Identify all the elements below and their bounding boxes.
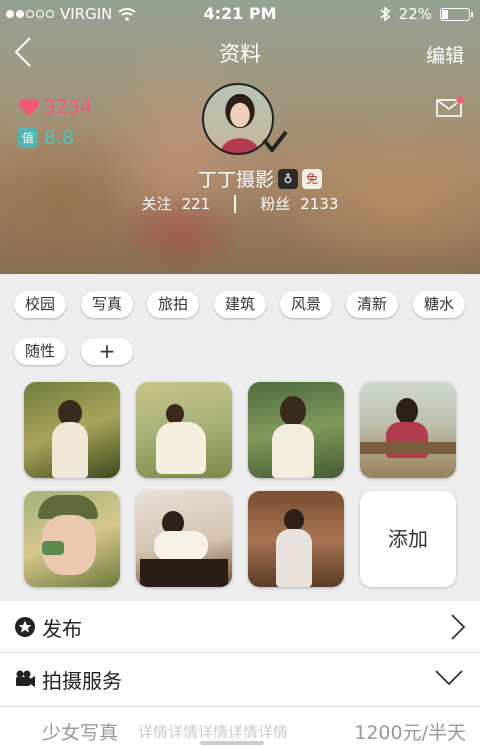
fans-count[interactable]: 2133 xyxy=(300,195,338,213)
photo-thumbnail[interactable] xyxy=(136,382,232,478)
service-price: 1200元/半天 xyxy=(354,722,466,744)
score-count: 值 8.8 xyxy=(18,127,74,149)
video-camera-icon xyxy=(16,670,35,687)
page-title: 资料 xyxy=(219,42,261,66)
service-row[interactable]: 拍摄服务 xyxy=(0,653,480,707)
service-item[interactable]: 少女写真 详情详情详情详情详情 1200元/半天 xyxy=(0,707,480,745)
service-name: 少女写真 xyxy=(42,722,119,744)
free-badge: 免 xyxy=(302,168,322,189)
publish-row[interactable]: 发布 xyxy=(0,601,480,653)
tag-item[interactable]: 旅拍 xyxy=(147,291,199,318)
gender-badge: ♁ xyxy=(278,168,298,189)
tag-item[interactable]: 建筑 xyxy=(214,291,266,318)
fans-label[interactable]: 粉丝 xyxy=(260,193,290,214)
edit-button[interactable]: 编辑 xyxy=(426,41,464,68)
status-bar: VIRGIN 4:21 PM 22% xyxy=(0,0,480,28)
stats-divider xyxy=(234,194,237,213)
tag-item[interactable]: 写真 xyxy=(81,291,133,318)
battery-icon xyxy=(440,7,473,21)
likes-value: 3234 xyxy=(44,96,93,118)
service-label: 拍摄服务 xyxy=(42,669,122,693)
photo-thumbnail[interactable] xyxy=(248,491,344,587)
photo-thumbnail[interactable] xyxy=(24,382,120,478)
tag-item[interactable]: 风景 xyxy=(280,291,332,318)
heart-icon xyxy=(19,98,39,116)
bluetooth-icon xyxy=(380,6,390,22)
tag-item[interactable]: 校园 xyxy=(14,291,66,318)
score-badge: 值 xyxy=(18,128,38,148)
photo-thumbnail[interactable] xyxy=(248,382,344,478)
status-right: 22% xyxy=(379,5,473,23)
photo-thumbnail[interactable] xyxy=(136,491,232,587)
mail-icon[interactable] xyxy=(436,96,464,118)
tag-item[interactable]: 糖水 xyxy=(413,291,465,318)
photo-thumbnail[interactable] xyxy=(360,382,456,478)
name-row: 丁丁摄影 ♁ 免 xyxy=(0,165,480,192)
tag-item[interactable]: 随性 xyxy=(14,338,66,365)
verified-check-icon xyxy=(262,130,288,152)
profile-header: VIRGIN 4:21 PM 22% 资料 编辑 3234 值 8.8 丁丁摄影… xyxy=(0,0,480,274)
scroll-indicator xyxy=(200,741,264,745)
profile-name: 丁丁摄影 xyxy=(197,169,274,191)
follow-stats: 关注 221 粉丝 2133 xyxy=(0,193,480,214)
chevron-right-icon xyxy=(451,614,466,640)
add-tag-button[interactable]: + xyxy=(81,338,133,365)
battery-percent: 22% xyxy=(398,5,432,23)
add-photo-button[interactable]: 添加 xyxy=(360,491,456,587)
following-label[interactable]: 关注 xyxy=(142,193,172,214)
publish-label: 发布 xyxy=(42,617,82,641)
likes-count: 3234 xyxy=(18,96,92,118)
following-count[interactable]: 221 xyxy=(182,195,211,213)
service-detail: 详情详情详情详情详情 xyxy=(138,723,289,741)
chevron-down-icon xyxy=(435,670,463,686)
photo-thumbnail[interactable] xyxy=(24,491,120,587)
score-value: 8.8 xyxy=(44,127,75,149)
tag-item[interactable]: 清新 xyxy=(346,291,398,318)
star-circle-icon xyxy=(15,617,35,637)
